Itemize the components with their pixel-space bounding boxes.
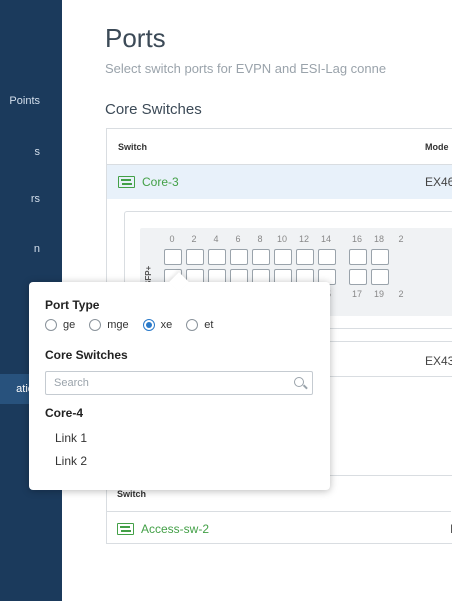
- switch-name[interactable]: Access-sw-2: [141, 522, 209, 536]
- link-item[interactable]: Link 2: [55, 454, 87, 468]
- port-number: 2: [398, 289, 404, 299]
- port-number: 4: [213, 234, 219, 244]
- search-input[interactable]: Search: [45, 371, 313, 395]
- table-row-core-3[interactable]: Core-3 EX46: [107, 165, 452, 199]
- radio-button[interactable]: [89, 319, 102, 331]
- radio-button[interactable]: [186, 319, 199, 331]
- sidebar-item-3[interactable]: rs: [0, 193, 62, 205]
- port-type-label: Port Type: [45, 298, 100, 312]
- sidebar-item-2[interactable]: s: [0, 146, 62, 158]
- port-number: 0: [169, 234, 175, 244]
- switch-icon: [118, 176, 135, 188]
- port-number: 18: [373, 234, 384, 244]
- port-number: 2: [398, 234, 404, 244]
- radio-button[interactable]: [45, 319, 57, 331]
- radio-mge[interactable]: mge: [89, 319, 129, 331]
- port[interactable]: [371, 269, 389, 285]
- port-number: 10: [276, 234, 287, 244]
- port-selection-popover: Port Type ge mge xe et Core Switches Sea…: [29, 272, 330, 490]
- column-header-switch: Switch: [117, 489, 147, 499]
- port[interactable]: [318, 249, 336, 265]
- radio-et[interactable]: et: [186, 319, 213, 331]
- port[interactable]: [371, 249, 389, 265]
- link-item[interactable]: Link 1: [55, 431, 87, 445]
- port-number: 8: [257, 234, 263, 244]
- switch-model: EX43: [425, 354, 452, 368]
- port[interactable]: [252, 249, 270, 265]
- port[interactable]: [274, 249, 292, 265]
- radio-button[interactable]: [142, 319, 155, 331]
- port[interactable]: [296, 249, 314, 265]
- page-subtitle: Select switch ports for EVPN and ESI-Lag…: [105, 61, 387, 76]
- switch-icon: [117, 523, 134, 535]
- search-placeholder: Search: [54, 377, 89, 389]
- port-number: 16: [351, 234, 362, 244]
- core-switches-label: Core Switches: [45, 348, 128, 362]
- sidebar-item-4[interactable]: n: [0, 243, 62, 255]
- radio-xe[interactable]: xe: [142, 319, 173, 331]
- switch-name[interactable]: Core-3: [142, 175, 179, 189]
- column-header-model: Mode: [425, 142, 449, 152]
- port-number: 2: [191, 234, 197, 244]
- port[interactable]: [186, 249, 204, 265]
- radio-label: et: [204, 319, 214, 331]
- port-number: 12: [298, 234, 309, 244]
- port[interactable]: [208, 249, 226, 265]
- radio-label: mge: [107, 319, 129, 331]
- switch-model: EX46: [425, 175, 452, 189]
- port-number: 19: [373, 289, 384, 299]
- column-header-switch: Switch: [118, 142, 148, 152]
- radio-label: ge: [63, 319, 76, 331]
- port-number: 14: [320, 234, 331, 244]
- table-header: Switch Mode: [107, 129, 452, 165]
- port[interactable]: [230, 249, 248, 265]
- row-divider: [106, 511, 451, 512]
- port-type-radio-group: ge mge xe et: [45, 319, 227, 331]
- sidebar-item-points[interactable]: Points: [0, 95, 62, 107]
- radio-ge[interactable]: ge: [45, 319, 75, 331]
- page-title: Ports: [105, 23, 166, 53]
- core-switches-heading: Core Switches: [105, 101, 202, 118]
- port-number: 17: [351, 289, 362, 299]
- radio-label: xe: [160, 319, 173, 331]
- port[interactable]: [164, 249, 182, 265]
- port[interactable]: [349, 249, 367, 265]
- switch-group-name: Core-4: [45, 406, 84, 420]
- port[interactable]: [349, 269, 367, 285]
- port-number: 6: [235, 234, 241, 244]
- search-icon: [294, 377, 304, 387]
